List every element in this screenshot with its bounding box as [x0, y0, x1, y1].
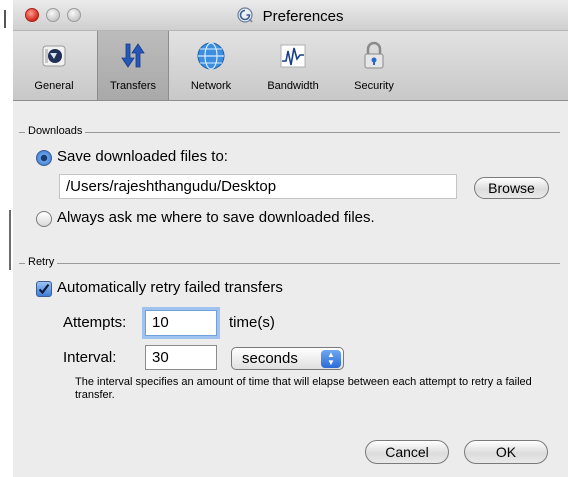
toolbar-label: Transfers: [109, 80, 157, 92]
preferences-window: Preferences General Transfers Network Ba…: [13, 0, 568, 477]
downloads-group-label: Downloads: [25, 125, 86, 137]
bandwidth-icon: [280, 44, 306, 68]
preferences-toolbar: General Transfers Network Bandwidth Secu…: [13, 31, 568, 101]
toolbar-item-security[interactable]: Security: [337, 31, 411, 100]
checkmark-icon: [38, 283, 50, 295]
save-to-label: Save downloaded files to:: [57, 148, 228, 165]
toolbar-item-transfers[interactable]: Transfers: [97, 31, 169, 100]
ok-button[interactable]: OK: [464, 440, 548, 464]
auto-retry-checkbox[interactable]: [36, 281, 52, 297]
attempts-unit-label: time(s): [229, 314, 275, 331]
retry-group-label: Retry: [25, 256, 58, 268]
title-bar[interactable]: Preferences: [13, 0, 568, 31]
security-icon: [364, 41, 384, 69]
downloads-group-divider: [19, 132, 560, 133]
interval-field[interactable]: 30: [145, 345, 217, 370]
background-edge-mark: [4, 10, 6, 28]
background-edge-mark: [9, 210, 11, 270]
browse-button[interactable]: Browse: [474, 177, 549, 199]
save-to-radio[interactable]: [36, 150, 52, 166]
interval-unit-value: seconds: [242, 350, 298, 367]
toolbar-item-network[interactable]: Network: [175, 31, 247, 100]
window-title-group: Preferences: [13, 7, 568, 25]
window-title: Preferences: [262, 8, 344, 25]
transfers-icon: [121, 43, 145, 68]
toolbar-label: Bandwidth: [267, 80, 319, 92]
toolbar-item-bandwidth[interactable]: Bandwidth: [253, 31, 333, 100]
app-icon: [237, 7, 254, 23]
toolbar-label: Security: [354, 80, 394, 92]
attempts-field[interactable]: 10: [145, 310, 217, 336]
general-icon: [42, 45, 66, 67]
always-ask-radio[interactable]: [36, 211, 52, 227]
toolbar-label: General: [34, 80, 74, 92]
always-ask-label: Always ask me where to save downloaded f…: [57, 209, 375, 226]
toolbar-label: Network: [190, 80, 232, 92]
updown-arrows-icon: ▲ ▼: [321, 350, 341, 368]
background-edge: [0, 0, 12, 477]
interval-label: Interval:: [63, 349, 117, 366]
auto-retry-label: Automatically retry failed transfers: [57, 279, 283, 296]
network-icon: [197, 42, 225, 70]
cancel-button[interactable]: Cancel: [365, 440, 449, 464]
retry-group-divider: [19, 263, 560, 264]
interval-note: The interval specifies an amount of time…: [75, 376, 532, 401]
interval-unit-select[interactable]: seconds ▲ ▼: [231, 347, 344, 370]
attempts-label: Attempts:: [63, 314, 127, 331]
download-path-field[interactable]: /Users/rajeshthangudu/Desktop: [59, 174, 457, 199]
toolbar-item-general[interactable]: General: [17, 31, 91, 100]
